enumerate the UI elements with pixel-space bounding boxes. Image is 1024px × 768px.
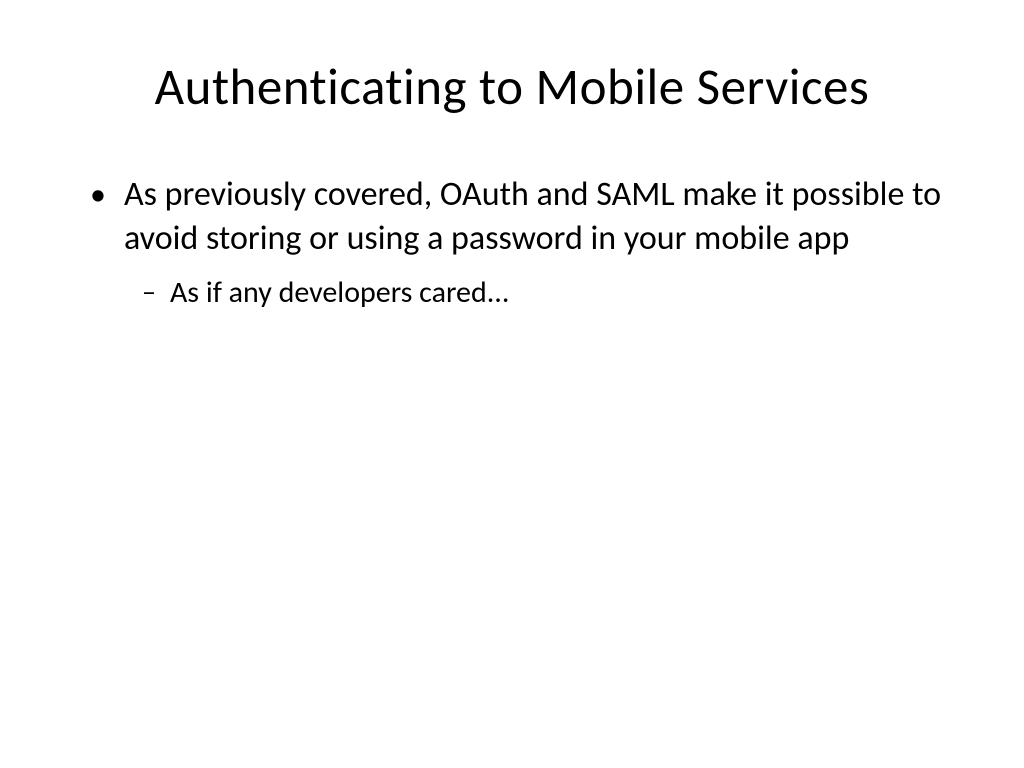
bullet-text: As previously covered, OAuth and SAML ma… — [124, 173, 949, 261]
bullet-marker-icon: • — [90, 173, 106, 217]
bullet-level-2: – As if any developers cared... — [142, 273, 949, 312]
slide-title: Authenticating to Mobile Services — [75, 55, 949, 118]
sub-bullet-text: As if any developers cared... — [170, 273, 510, 312]
bullet-level-1: • As previously covered, OAuth and SAML … — [90, 173, 949, 261]
slide: Authenticating to Mobile Services • As p… — [0, 0, 1024, 768]
dash-marker-icon: – — [142, 273, 156, 311]
slide-content: • As previously covered, OAuth and SAML … — [75, 173, 949, 312]
